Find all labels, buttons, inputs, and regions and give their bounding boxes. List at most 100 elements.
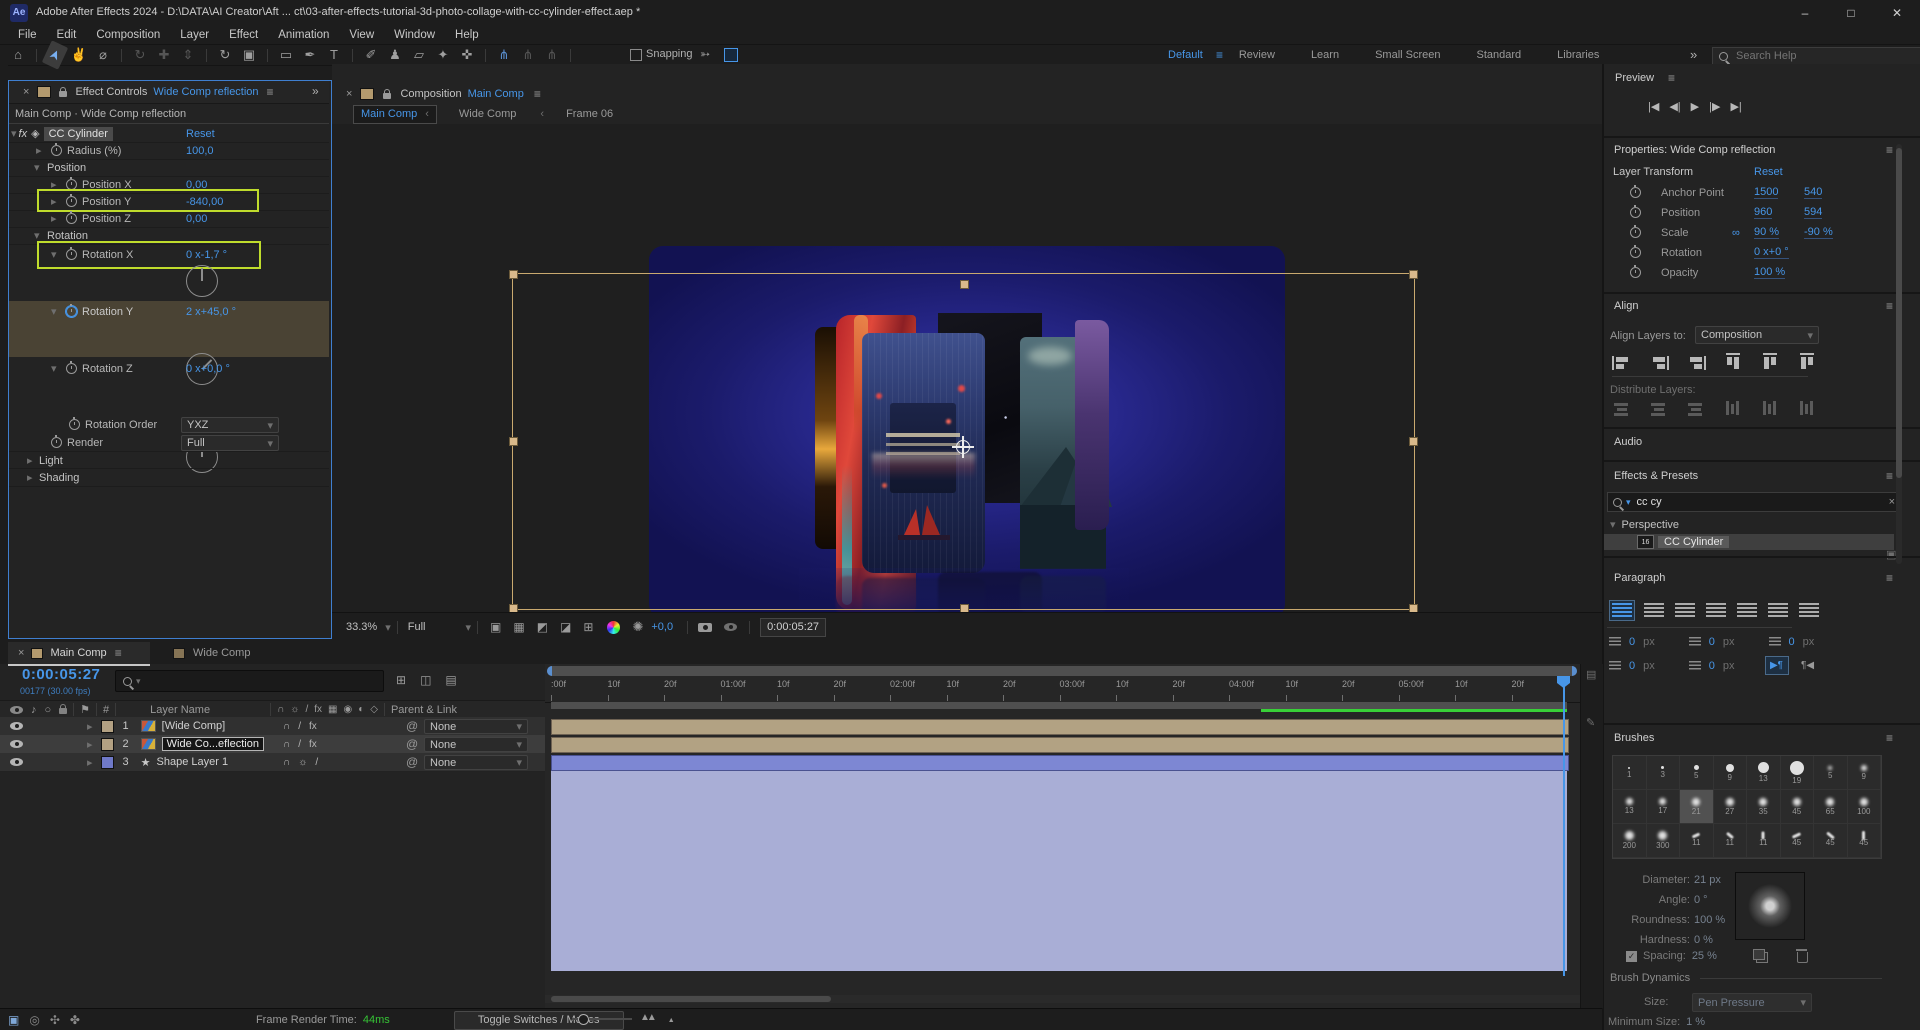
space-before-value[interactable]: 0 bbox=[1629, 660, 1635, 672]
stopwatch-icon[interactable] bbox=[1630, 247, 1641, 258]
selection-handle[interactable] bbox=[1409, 437, 1418, 446]
distribute-left-icon[interactable] bbox=[1726, 399, 1740, 419]
brush-swatch[interactable]: 65 bbox=[1814, 790, 1848, 824]
zoom-out-mountain-icon[interactable]: ▲ bbox=[668, 1017, 675, 1024]
twirl-icon[interactable]: ▸ bbox=[51, 212, 57, 225]
justify-last-center-icon[interactable] bbox=[1735, 601, 1759, 620]
layer-name[interactable]: Wide Co...eflection bbox=[162, 737, 264, 751]
breadcrumb-current-box[interactable]: Main Comp ‹ bbox=[353, 105, 437, 124]
comp-timecode[interactable]: 0:00:05:27 bbox=[760, 618, 826, 637]
breadcrumb-frame[interactable]: Frame 06 bbox=[566, 108, 613, 120]
layer-switch-icon[interactable]: / bbox=[298, 721, 301, 732]
indent-first-line-value[interactable]: 0 bbox=[1789, 636, 1795, 648]
menu-effect[interactable]: Effect bbox=[219, 29, 268, 41]
view-axis-mode-icon[interactable]: ⋔ bbox=[540, 46, 564, 64]
last-frame-button[interactable]: ▶| bbox=[1730, 100, 1741, 113]
distribute-v-center-icon[interactable] bbox=[1649, 402, 1669, 416]
effect-row-rotation-z[interactable]: ▾ Rotation Z 0 x+0,0 ° bbox=[9, 360, 329, 377]
lock-icon[interactable] bbox=[383, 93, 391, 99]
stopwatch-icon[interactable] bbox=[69, 419, 80, 430]
effect-row-rotation-y[interactable]: ▾ Rotation Y 2 x+45,0 ° bbox=[9, 303, 329, 320]
align-left-icon[interactable] bbox=[1612, 356, 1632, 370]
brush-swatch[interactable]: 11 bbox=[1714, 824, 1748, 858]
lock-icon[interactable] bbox=[59, 91, 67, 97]
menu-composition[interactable]: Composition bbox=[86, 29, 170, 41]
timeline-hscroll-thumb[interactable] bbox=[551, 996, 831, 1002]
number-column-label[interactable]: # bbox=[103, 704, 109, 716]
local-axis-mode-icon[interactable]: ⋔ bbox=[492, 46, 516, 64]
layer-visibility-eye-icon[interactable] bbox=[10, 740, 23, 748]
new-folder-icon[interactable]: ▣ bbox=[1886, 548, 1896, 561]
pickwhip-icon[interactable]: @ bbox=[406, 755, 418, 769]
channel-color-icon[interactable] bbox=[607, 621, 620, 634]
chevron-down-icon[interactable]: ▾ bbox=[385, 621, 391, 634]
layer-switch-icon[interactable]: ☼ bbox=[298, 757, 307, 768]
clone-stamp-tool-icon[interactable]: ♟ bbox=[383, 46, 407, 64]
property-value[interactable]: 0 x+0,0 ° bbox=[186, 363, 230, 375]
close-tab-icon[interactable]: × bbox=[18, 647, 24, 659]
effects-search-input[interactable] bbox=[1635, 495, 1859, 509]
rotation-tool-icon[interactable]: ↻ bbox=[213, 46, 237, 64]
align-bottom-icon[interactable] bbox=[1800, 353, 1814, 373]
align-v-center-icon[interactable] bbox=[1763, 353, 1777, 373]
twirl-icon[interactable]: ▾ bbox=[34, 161, 40, 174]
effects-group-perspective[interactable]: ▾ Perspective bbox=[1610, 518, 1679, 531]
parent-dropdown[interactable]: None▾ bbox=[424, 755, 528, 770]
switch-column-icon[interactable]: ▦ bbox=[328, 704, 337, 715]
preview-panel-title[interactable]: Preview bbox=[1615, 72, 1654, 84]
selection-tool-icon[interactable]: ➤ bbox=[42, 40, 68, 69]
brush-swatch[interactable]: 1 bbox=[1613, 756, 1647, 790]
panel-menu-icon[interactable]: ≡ bbox=[1886, 469, 1893, 483]
roundness-value[interactable]: 100 % bbox=[1694, 910, 1725, 930]
space-after-value[interactable]: 0 bbox=[1709, 660, 1715, 672]
snapshot-stack-icon[interactable]: ▣ bbox=[8, 1013, 19, 1027]
text-direction-ltr-icon[interactable]: ▶¶ bbox=[1765, 656, 1789, 675]
parent-link-column-label[interactable]: Parent & Link bbox=[391, 704, 457, 716]
property-value[interactable]: 0 x+0 ° bbox=[1754, 246, 1789, 259]
property-value[interactable]: 2 x+45,0 ° bbox=[186, 306, 236, 318]
pen-tool-icon[interactable]: ✒ bbox=[298, 46, 322, 64]
brush-swatch[interactable]: 35 bbox=[1747, 790, 1781, 824]
effects-presets-panel-title[interactable]: Effects & Presets bbox=[1614, 470, 1698, 482]
brush-swatch[interactable]: 11 bbox=[1680, 824, 1714, 858]
navigator-end-handle[interactable] bbox=[1572, 666, 1577, 676]
effect-item-label[interactable]: CC Cylinder bbox=[1658, 536, 1729, 548]
layer-color-swatch[interactable] bbox=[101, 738, 114, 751]
align-to-dropdown[interactable]: Composition ▾ bbox=[1695, 326, 1819, 344]
timeline-tab-main-comp[interactable]: × Main Comp ≡ bbox=[8, 642, 150, 666]
comp-viewport[interactable] bbox=[332, 124, 1602, 612]
brush-swatch[interactable]: 13 bbox=[1613, 790, 1647, 824]
delete-brush-icon[interactable] bbox=[1797, 952, 1808, 963]
transform-reset-link[interactable]: Reset bbox=[1754, 166, 1783, 178]
twirl-icon[interactable]: ▾ bbox=[1610, 518, 1616, 531]
workspace-review[interactable]: Review bbox=[1239, 49, 1275, 61]
video-column-icon[interactable] bbox=[10, 706, 23, 714]
twirl-icon[interactable]: ▸ bbox=[27, 454, 33, 467]
twirl-icon[interactable]: ▾ bbox=[11, 127, 17, 140]
type-tool-icon[interactable]: T bbox=[322, 46, 346, 64]
panel-menu-icon[interactable]: ≡ bbox=[1668, 71, 1675, 85]
property-value-x[interactable]: 90 % bbox=[1754, 226, 1779, 239]
stopwatch-icon[interactable] bbox=[66, 213, 77, 224]
twirl-icon[interactable]: ▸ bbox=[87, 756, 93, 769]
right-scrollbar-thumb[interactable] bbox=[1896, 148, 1902, 478]
distribute-top-icon[interactable] bbox=[1612, 402, 1632, 416]
snapshot-camera-icon[interactable] bbox=[698, 623, 712, 632]
effects-item-cc-cylinder[interactable]: 16 CC Cylinder bbox=[1604, 534, 1894, 550]
world-axis-mode-icon[interactable]: ⋔ bbox=[516, 46, 540, 64]
align-left-text-icon[interactable] bbox=[1609, 600, 1635, 621]
stopwatch-icon[interactable] bbox=[1630, 227, 1641, 238]
brush-swatch[interactable]: 27 bbox=[1714, 790, 1748, 824]
pickwhip-icon[interactable]: @ bbox=[406, 719, 418, 733]
snap-bounds-icon[interactable] bbox=[724, 48, 738, 62]
play-button[interactable]: ▶ bbox=[1691, 100, 1699, 113]
transparency-grid-icon[interactable]: ▦ bbox=[513, 620, 524, 634]
maximize-button[interactable]: □ bbox=[1828, 0, 1874, 26]
show-snapshot-icon[interactable] bbox=[724, 623, 737, 631]
indent-left-value[interactable]: 0 bbox=[1629, 636, 1635, 648]
pan-camera-tool-icon[interactable]: ✚ bbox=[152, 46, 176, 64]
stopwatch-icon[interactable] bbox=[1630, 187, 1641, 198]
brush-swatch[interactable]: 100 bbox=[1848, 790, 1882, 824]
snapping-checkbox[interactable] bbox=[630, 49, 642, 61]
twirl-icon[interactable]: ▾ bbox=[51, 305, 57, 318]
